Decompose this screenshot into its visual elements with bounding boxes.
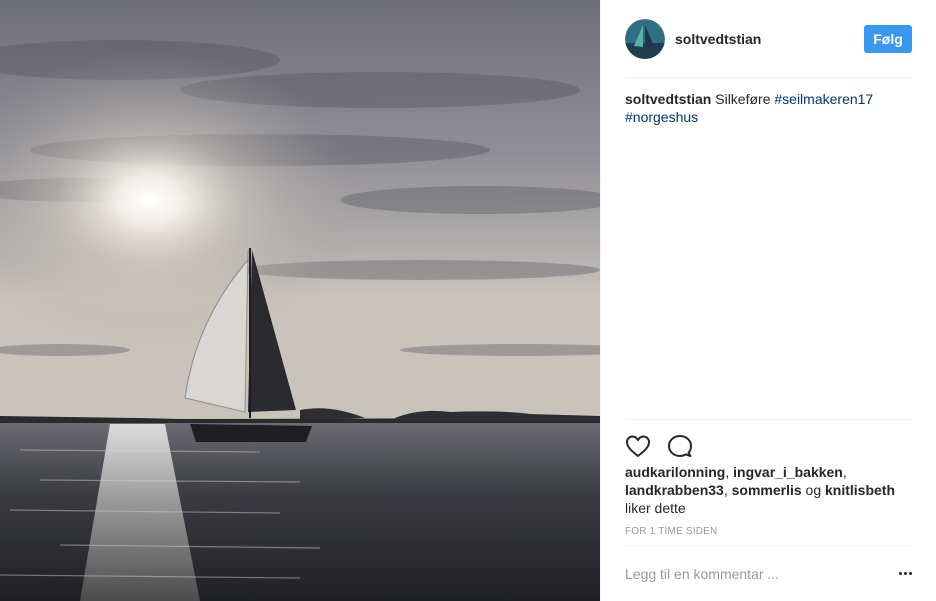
instagram-post: soltvedtstian Følg soltvedtstian Silkefø… (0, 0, 936, 601)
post-header: soltvedtstian Følg (625, 0, 912, 78)
like-button[interactable] (625, 433, 655, 459)
likes-summary: audkarilonning, ingvar_i_bakken, landkra… (625, 464, 896, 516)
liker-link[interactable]: ingvar_i_bakken (733, 464, 843, 480)
post-sidebar: soltvedtstian Følg soltvedtstian Silkefø… (600, 0, 936, 601)
follow-button[interactable]: Følg (864, 24, 912, 53)
comment-icon (668, 435, 692, 457)
post-photo[interactable] (0, 0, 600, 601)
comment-input[interactable] (625, 565, 888, 582)
hashtag-link[interactable]: #norgeshus (625, 109, 698, 125)
avatar[interactable] (625, 18, 665, 59)
likes-suffix: liker dette (625, 500, 686, 516)
more-options-icon[interactable] (888, 564, 912, 584)
likes-connector: og (805, 482, 822, 498)
post-timestamp[interactable]: FOR 1 TIME SIDEN (625, 526, 717, 537)
avatar-image (625, 18, 665, 59)
post-caption: soltvedtstian Silkeføre #seilmakeren17 #… (625, 90, 912, 126)
heart-icon (626, 435, 650, 457)
sailboat-sunset-image (0, 0, 600, 601)
caption-username[interactable]: soltvedtstian (625, 91, 711, 107)
liker-link[interactable]: sommerlis (732, 482, 802, 498)
liker-link[interactable]: knitlisbeth (825, 482, 895, 498)
comment-bar (625, 545, 912, 601)
liker-link[interactable]: audkarilonning (625, 464, 725, 480)
action-bar (625, 419, 912, 459)
username-link[interactable]: soltvedtstian (675, 31, 761, 47)
comment-button[interactable] (667, 433, 697, 459)
liker-link[interactable]: landkrabben33 (625, 482, 724, 498)
hashtag-link[interactable]: #seilmakeren17 (774, 91, 873, 107)
caption-text: Silkeføre (715, 91, 771, 107)
